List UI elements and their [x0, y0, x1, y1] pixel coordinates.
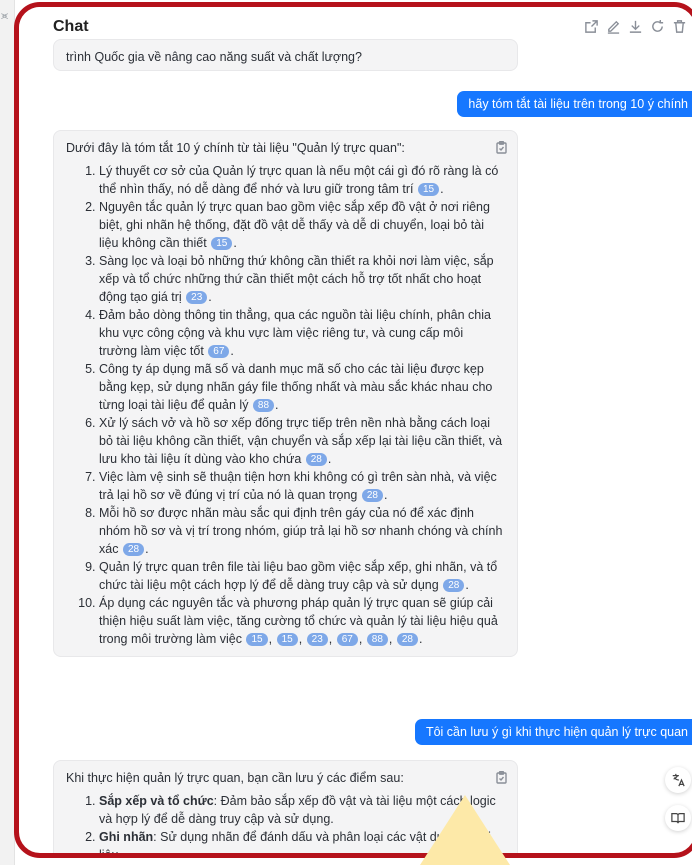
header-toolbar: [583, 17, 687, 35]
chat-window: Chat trình Quốc gia về nâng cao năng suấ…: [14, 2, 692, 858]
assistant-message-summary: Dưới đây là tóm tắt 10 ý chính từ tài li…: [53, 130, 518, 657]
summary-point: Mỗi hồ sơ được nhãn màu sắc qui định trê…: [99, 504, 503, 558]
summary-point: Áp dụng các nguyên tắc và phương pháp qu…: [99, 594, 503, 648]
citation-badge[interactable]: 15: [417, 183, 440, 196]
citation-badge[interactable]: 28: [443, 579, 465, 592]
citation-badge[interactable]: 15: [246, 633, 268, 646]
message-text: hãy tóm tắt tài liệu trên trong 10 ý chí…: [468, 97, 688, 111]
summary-point: Quản lý trực quan trên file tài liệu bao…: [99, 558, 503, 594]
citation-badge[interactable]: 67: [336, 633, 358, 646]
citation-badge[interactable]: 88: [366, 633, 388, 646]
left-panel-strip: ⪤: [0, 0, 15, 865]
translate-icon[interactable]: [665, 767, 691, 793]
clipboard-icon[interactable]: [496, 140, 507, 154]
citation-badge[interactable]: 15: [211, 237, 233, 250]
refresh-icon[interactable]: [649, 17, 665, 35]
citation-badge[interactable]: 23: [306, 633, 328, 646]
summary-point: Lý thuyết cơ sở của Quản lý trực quan là…: [99, 162, 503, 198]
trash-icon[interactable]: [671, 17, 687, 35]
user-message-summary-request: hãy tóm tắt tài liệu trên trong 10 ý chí…: [457, 91, 692, 117]
citation-badge[interactable]: 28: [122, 543, 145, 556]
citation-badge[interactable]: 28: [396, 633, 418, 646]
message-intro: Khi thực hiện quản lý trực quan, bạn cần…: [66, 771, 404, 785]
note-heading: Ghi nhãn: [99, 830, 154, 844]
chat-messages: trình Quốc gia về nâng cao năng suất và …: [19, 39, 692, 853]
point-text: Xử lý sách vở và hồ sơ xếp đống trực tiế…: [99, 416, 503, 466]
assistant-message-tail: trình Quốc gia về nâng cao năng suất và …: [53, 39, 518, 71]
summary-point: Việc làm vệ sinh sẽ thuận tiện hơn khi k…: [99, 468, 503, 504]
clipboard-icon[interactable]: [496, 770, 507, 784]
point-text: Sàng lọc và loại bỏ những thứ không cần …: [99, 254, 494, 304]
point-text: Công ty áp dụng mã số và danh mục mã số …: [99, 362, 493, 412]
summary-list: Lý thuyết cơ sở của Quản lý trực quan là…: [66, 162, 517, 648]
edit-icon[interactable]: [605, 17, 621, 35]
citation-badge[interactable]: 67: [208, 345, 230, 358]
book-icon[interactable]: [665, 805, 691, 831]
point-text: Đảm bảo dòng thông tin thẳng, qua các ng…: [99, 308, 491, 358]
citation-badge[interactable]: 88: [252, 399, 275, 412]
message-text: Tôi cần lưu ý gì khi thực hiện quản lý t…: [425, 725, 688, 739]
message-intro: Dưới đây là tóm tắt 10 ý chính từ tài li…: [66, 141, 405, 155]
citation-badge[interactable]: 28: [305, 453, 327, 466]
point-text: Việc làm vệ sinh sẽ thuận tiện hơn khi k…: [99, 470, 497, 502]
point-text: Quản lý trực quan trên file tài liệu bao…: [99, 560, 498, 592]
chat-title: Chat: [53, 18, 89, 35]
collapse-icon[interactable]: ⪤: [1, 10, 13, 24]
citation-badge[interactable]: 28: [361, 489, 383, 502]
note-heading: Sắp xếp và tổ chức: [99, 794, 214, 808]
download-icon[interactable]: [627, 17, 643, 35]
summary-point: Xử lý sách vở và hồ sơ xếp đống trực tiế…: [99, 414, 503, 468]
user-message-question: Tôi cần lưu ý gì khi thực hiện quản lý t…: [414, 719, 692, 745]
citation-badge[interactable]: 23: [186, 291, 208, 304]
pointer-overlay: [420, 795, 510, 865]
citation-badge[interactable]: 15: [276, 633, 298, 646]
summary-point: Công ty áp dụng mã số và danh mục mã số …: [99, 360, 503, 414]
summary-point: Sàng lọc và loại bỏ những thứ không cần …: [99, 252, 503, 306]
summary-point: Nguyên tắc quản lý trực quan bao gồm việ…: [99, 198, 503, 252]
message-text: trình Quốc gia về nâng cao năng suất và …: [66, 50, 362, 64]
point-text: Nguyên tắc quản lý trực quan bao gồm việ…: [99, 200, 490, 250]
point-text: Mỗi hồ sơ được nhãn màu sắc qui định trê…: [99, 506, 503, 556]
point-text: Áp dụng các nguyên tắc và phương pháp qu…: [99, 596, 498, 646]
summary-point: Đảm bảo dòng thông tin thẳng, qua các ng…: [99, 306, 503, 360]
share-icon[interactable]: [583, 17, 599, 35]
